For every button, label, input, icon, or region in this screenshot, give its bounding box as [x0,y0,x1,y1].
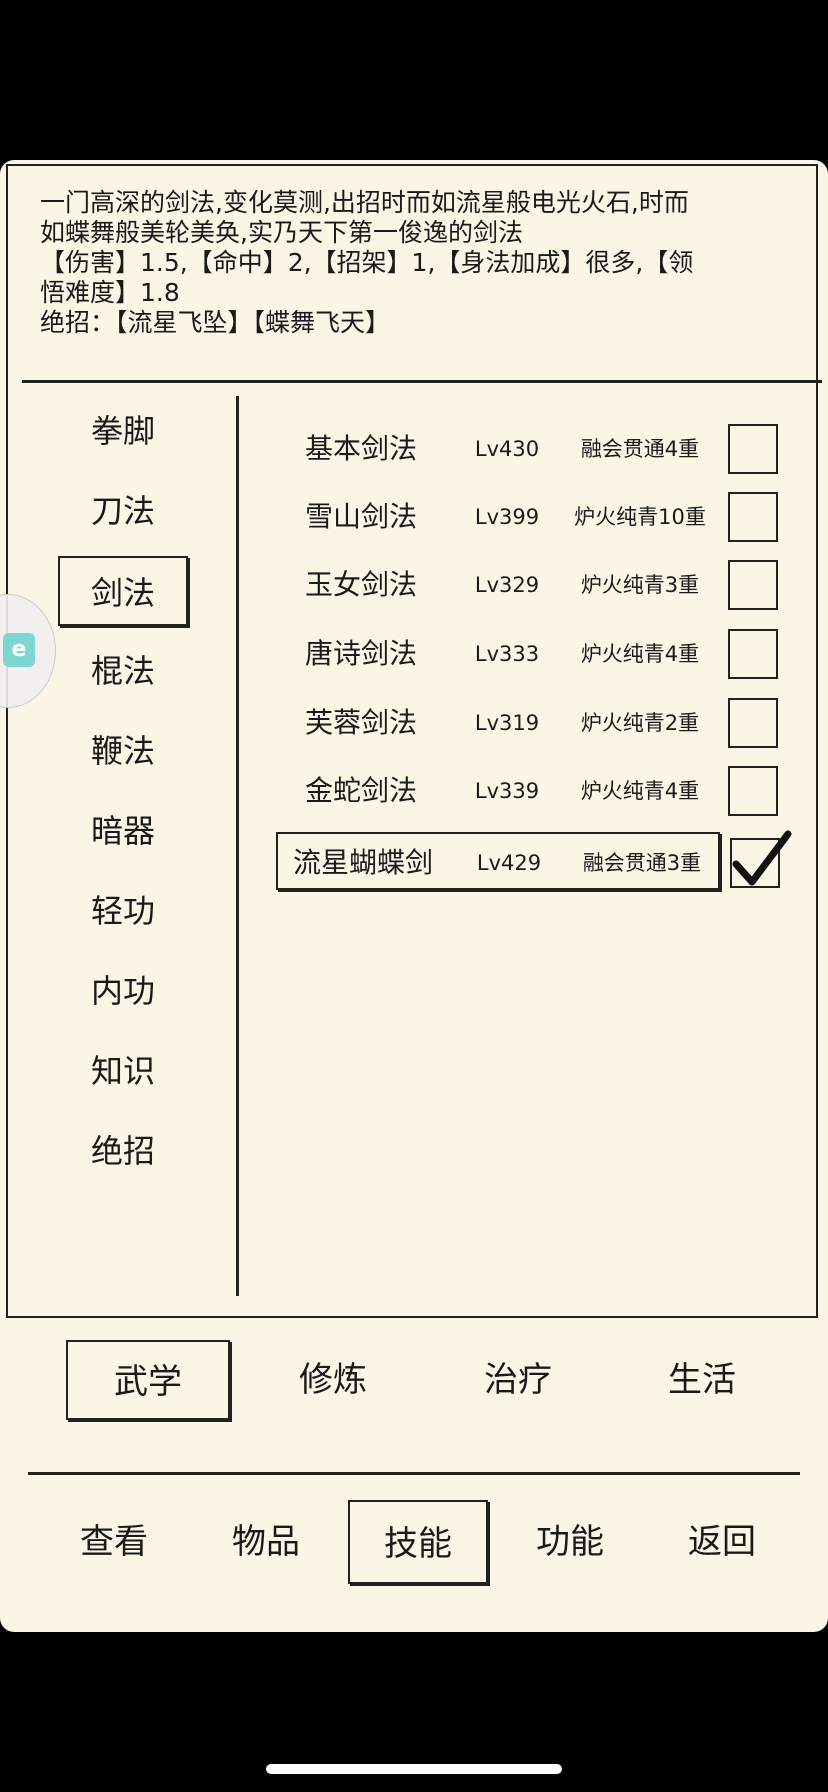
skill-mastery: 炉火纯青4重 [580,642,700,666]
skill-description: 一门高深的剑法,变化莫测,出招时而如流星般电光火石,时而 如蝶舞般美轮美奂,实乃… [40,188,800,338]
skill-mastery: 融会贯通4重 [580,437,700,461]
skill-mastery: 融会贯通3重 [582,851,702,875]
skill-checkbox[interactable] [728,698,778,748]
skill-row[interactable]: 金蛇剑法 Lv339 炉火纯青4重 [276,762,778,820]
tab-shenghuo[interactable]: 生活 [620,1340,784,1420]
skill-checkbox-checked[interactable] [730,830,792,888]
nav-jineng[interactable]: 技能 [348,1500,488,1584]
category-item-bianfa[interactable]: 鞭法 [58,716,188,786]
skill-level: Lv339 [474,779,540,803]
bottom-divider [28,1472,800,1475]
description-divider [22,380,822,383]
skill-row[interactable]: 芙蓉剑法 Lv319 炉火纯青2重 [276,694,778,752]
skill-frame: 一门高深的剑法,变化莫测,出招时而如流星般电光火石,时而 如蝶舞般美轮美奂,实乃… [6,164,822,1318]
category-item-juezhao[interactable]: 绝招 [58,1116,188,1186]
vertical-divider [236,396,239,1296]
nav-fanhui[interactable]: 返回 [652,1500,792,1584]
skill-row[interactable]: 玉女剑法 Lv329 炉火纯青3重 [276,556,778,614]
skill-checkbox[interactable] [728,766,778,816]
app-shortcut-icon: e [3,633,35,667]
skill-row-equipped[interactable]: 流星蝴蝶剑 Lv429 融会贯通3重 [276,830,792,890]
category-item-gunfa[interactable]: 棍法 [58,636,188,706]
category-item-anqi[interactable]: 暗器 [58,796,188,866]
skill-name: 基本剑法 [304,432,417,465]
skill-row[interactable]: 唐诗剑法 Lv333 炉火纯青4重 [276,625,778,683]
category-item-quanjiao[interactable]: 拳脚 [58,396,188,466]
nav-wupin[interactable]: 物品 [196,1500,336,1584]
skill-name: 唐诗剑法 [304,637,417,670]
description-line: 【伤害】1.5,【命中】2,【招架】1,【身法加成】很多,【领 [40,248,694,277]
skill-name: 流星蝴蝶剑 [292,846,433,879]
category-item-zhishi[interactable]: 知识 [58,1036,188,1106]
skill-checkbox[interactable] [728,424,778,474]
skill-mastery: 炉火纯青2重 [580,711,700,735]
skill-level: Lv430 [474,437,540,461]
category-item-jianfa[interactable]: 剑法 [58,556,188,626]
skill-mastery: 炉火纯青3重 [580,573,700,597]
nav-gongneng[interactable]: 功能 [500,1500,640,1584]
skill-name: 玉女剑法 [304,568,417,601]
description-line: 如蝶舞般美轮美奂,实乃天下第一俊逸的剑法 [40,218,523,247]
skill-row[interactable]: 基本剑法 Lv430 融会贯通4重 [276,420,778,478]
skill-level: Lv333 [474,642,540,666]
checkmark-icon [732,830,792,886]
skill-checkbox[interactable] [728,629,778,679]
tab-wuxue[interactable]: 武学 [66,1340,230,1420]
skill-name: 金蛇剑法 [304,774,417,807]
app-screen: 一门高深的剑法,变化莫测,出招时而如流星般电光火石,时而 如蝶舞般美轮美奂,实乃… [0,0,828,1792]
description-line: 悟难度】1.8 [40,278,180,307]
tab-zhiliao[interactable]: 治疗 [436,1340,600,1420]
category-item-daofa[interactable]: 刀法 [58,476,188,546]
skill-name: 雪山剑法 [304,500,417,533]
skill-level: Lv319 [474,711,540,735]
skill-mastery: 炉火纯青4重 [580,779,700,803]
skill-level: Lv399 [474,505,540,529]
skill-checkbox[interactable] [728,560,778,610]
tab-xiulian[interactable]: 修炼 [251,1340,415,1420]
home-indicator[interactable] [266,1764,562,1774]
skill-name: 芙蓉剑法 [304,706,417,739]
skill-level: Lv329 [474,573,540,597]
category-item-qinggong[interactable]: 轻功 [58,876,188,946]
category-item-neigong[interactable]: 内功 [58,956,188,1026]
skill-row[interactable]: 雪山剑法 Lv399 炉火纯青10重 [276,488,778,546]
skill-panel: 一门高深的剑法,变化莫测,出招时而如流星般电光火石,时而 如蝶舞般美轮美奂,实乃… [0,160,828,1632]
description-line: 一门高深的剑法,变化莫测,出招时而如流星般电光火石,时而 [40,188,689,217]
skill-mastery: 炉火纯青10重 [574,505,706,529]
description-line: 绝招：【流星飞坠】【蝶舞飞天】 [40,308,391,337]
nav-chakan[interactable]: 查看 [44,1500,184,1584]
skill-checkbox[interactable] [728,492,778,542]
skill-level: Lv429 [476,851,542,875]
